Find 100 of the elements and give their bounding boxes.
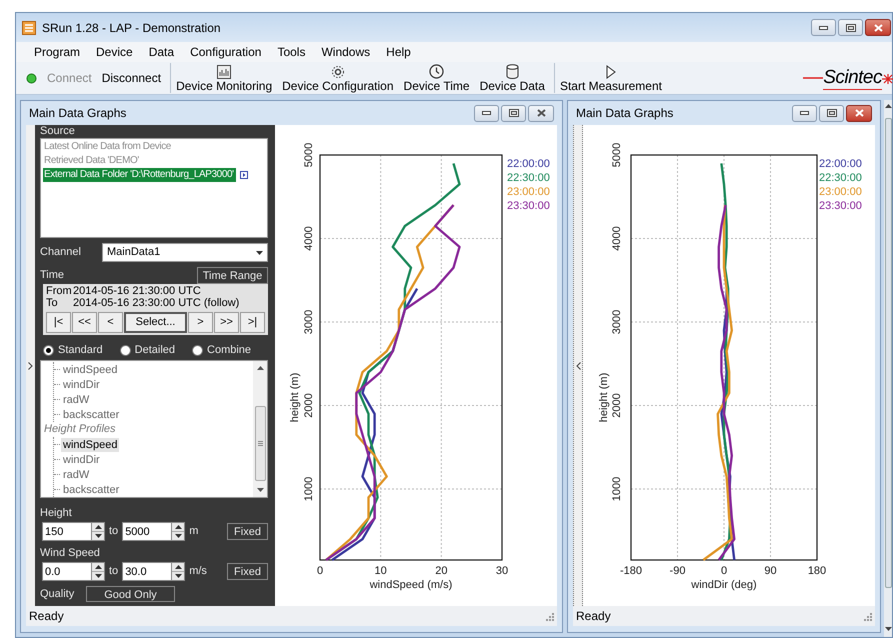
maximize-button[interactable]	[501, 104, 526, 122]
axis-tick-label: 5000	[303, 142, 315, 168]
close-button[interactable]	[846, 104, 872, 122]
nav-button[interactable]: >>	[214, 312, 239, 333]
nav-button[interactable]: Select...	[124, 312, 187, 333]
gear-icon	[330, 65, 345, 79]
spin-up-button[interactable]	[172, 523, 184, 532]
tree-item[interactable]: radW	[61, 392, 92, 406]
chevron-right-icon[interactable]	[28, 362, 33, 370]
scrollbar[interactable]	[253, 361, 267, 497]
source-item[interactable]: External Data Folder 'D:\Rottenburg_LAP3000'	[43, 168, 236, 182]
axis-tick-label: -180	[620, 565, 642, 577]
toolbar-button[interactable]: Device Time	[398, 63, 475, 93]
chevron-left-icon	[576, 362, 580, 370]
unit-label: m/s	[189, 564, 207, 580]
time-range-button[interactable]: Time Range	[197, 267, 268, 284]
menu-item[interactable]: Data	[140, 42, 182, 62]
fixed-button[interactable]: Fixed	[227, 523, 268, 540]
legend-label: 23:30:00	[507, 200, 550, 212]
tree-item[interactable]: windDir	[61, 452, 102, 466]
unit-label: m	[189, 524, 198, 540]
app-icon	[22, 20, 36, 34]
scroll-thumb[interactable]	[254, 406, 266, 481]
radio-button[interactable]	[192, 344, 204, 356]
number-field[interactable]: 0.0	[42, 562, 92, 581]
dropdown-arrow-icon	[256, 250, 263, 254]
range-separator: to	[109, 564, 118, 580]
maximize-button[interactable]	[838, 19, 863, 36]
toolbar-button[interactable]: Device Configuration	[277, 63, 399, 93]
close-button[interactable]	[865, 19, 891, 36]
tree-item[interactable]: backscatter	[61, 482, 122, 496]
axis-tick-label: 1000	[303, 476, 315, 502]
arrow-up-icon	[174, 525, 182, 529]
spin-down-button[interactable]	[172, 572, 184, 580]
spin-up-button[interactable]	[92, 523, 104, 532]
toolbar-button[interactable]: Device Monitoring	[170, 63, 278, 93]
number-field[interactable]: 150	[42, 522, 92, 541]
maximize-button[interactable]	[819, 104, 844, 122]
number-field[interactable]: 5000	[122, 522, 172, 541]
nav-button[interactable]: >	[188, 312, 213, 333]
axis-tick-label: 0	[720, 565, 728, 577]
tree-item[interactable]: radW	[61, 468, 92, 482]
scroll-thumb[interactable]	[884, 118, 892, 588]
logo-text: Scintec	[823, 66, 882, 90]
axis-tick-label: 3000	[611, 310, 623, 334]
nav-button[interactable]: >|	[240, 312, 265, 333]
tree-item[interactable]: windSpeed	[61, 362, 120, 376]
toolbar-button[interactable]: Device Data	[474, 63, 550, 93]
toolbar-button[interactable]: Disconnect	[96, 67, 166, 89]
spin-up-button[interactable]	[172, 563, 184, 572]
axis-title: windDir (deg)	[691, 579, 757, 591]
section-label: Source	[40, 125, 76, 138]
nav-button[interactable]: |<	[46, 312, 71, 333]
tree-item[interactable]: windSpeed	[61, 438, 120, 452]
scroll-up-icon	[884, 104, 892, 108]
resize-grip-icon	[863, 612, 872, 620]
close-icon	[536, 109, 546, 117]
arrow-down-icon	[174, 534, 182, 538]
radio-button[interactable]	[120, 344, 131, 356]
splitter-handle[interactable]	[573, 125, 583, 606]
axis-title: height (m)	[598, 372, 610, 422]
number-field[interactable]: 30.0	[122, 562, 172, 581]
fixed-button[interactable]: Fixed	[227, 563, 268, 580]
tree-group[interactable]: Height Profiles	[44, 422, 253, 437]
axis-tick-label: 1000	[611, 476, 623, 502]
tree-item[interactable]: backscatter	[61, 408, 122, 422]
nav-button[interactable]: <<	[72, 312, 97, 333]
minimize-button[interactable]	[811, 19, 836, 36]
channel-label: Channel	[40, 245, 82, 260]
menu-item[interactable]: Windows	[313, 42, 378, 62]
toolbar-button[interactable]: Start Measurement	[554, 63, 667, 93]
spin-up-button[interactable]	[92, 563, 104, 572]
menu-item[interactable]: Program	[26, 42, 88, 62]
close-button[interactable]	[528, 104, 554, 122]
minimize-button[interactable]	[474, 104, 499, 122]
channel-dropdown[interactable]: MainData1	[102, 243, 268, 262]
spin-down-button[interactable]	[172, 532, 184, 540]
menu-item[interactable]: Configuration	[182, 42, 270, 62]
menu-item[interactable]: Device	[88, 42, 141, 62]
menu-item[interactable]: Tools	[269, 42, 314, 62]
scroll-down-icon	[256, 488, 264, 492]
time-value: 2014-05-16 21:30:00 UTC	[73, 285, 201, 297]
logo-line-icon	[803, 76, 824, 80]
spin-down-button[interactable]	[92, 532, 104, 540]
quality-label: Quality	[40, 586, 76, 602]
scrollbar[interactable]	[884, 100, 892, 637]
tree-item[interactable]: windDir	[61, 378, 102, 392]
axis-tick-label: 30	[496, 565, 508, 577]
nav-button[interactable]: <	[98, 312, 123, 333]
arrow-up-icon	[174, 565, 182, 569]
menu-item[interactable]: Help	[378, 42, 419, 62]
spin-down-button[interactable]	[92, 572, 104, 580]
radio-label: Standard	[58, 342, 103, 358]
section-label: Time	[40, 268, 64, 284]
axis-tick-label: 4000	[611, 226, 623, 251]
arrow-up-icon	[94, 525, 102, 529]
monitor-icon	[217, 65, 232, 79]
minimize-button[interactable]	[792, 104, 817, 122]
radio-button[interactable]	[43, 344, 54, 356]
quality-button[interactable]: Good Only	[86, 586, 175, 602]
